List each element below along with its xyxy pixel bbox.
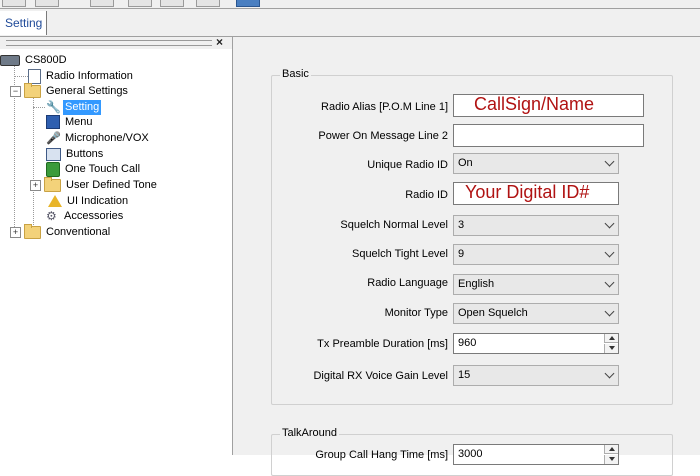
navigation-panel: × CS800D Radio Information − General Sett… <box>0 35 233 455</box>
squelch-normal-select[interactable]: 3 <box>453 215 619 236</box>
radio-language-select[interactable]: English <box>453 274 619 295</box>
chevron-down-icon <box>604 218 615 229</box>
chevron-down-icon <box>604 368 615 379</box>
group-call-hang-time-value: 3000 <box>458 448 483 460</box>
tree-item-setting[interactable]: 🔧 Setting <box>46 99 102 115</box>
wrench-icon: 🔧 <box>46 99 61 114</box>
menu-icon <box>46 115 60 130</box>
monitor-type-row: Monitor Type <box>273 302 448 324</box>
squelch-tight-select[interactable]: 9 <box>453 244 619 265</box>
power-on-message-row: Power On Message Line 2 <box>273 125 448 147</box>
tx-preamble-label: Tx Preamble Duration [ms] <box>317 338 448 350</box>
tree-item-cs800d[interactable]: CS800D <box>0 53 69 68</box>
unique-radio-id-select[interactable]: On <box>453 153 619 174</box>
talkaround-group-title: TalkAround <box>280 427 340 439</box>
squelch-normal-row: Squelch Normal Level <box>273 214 448 236</box>
phone-icon <box>46 162 60 177</box>
toolbar-button[interactable] <box>236 0 260 7</box>
tx-preamble-stepper[interactable]: 960 <box>453 333 619 354</box>
radio-language-label: Radio Language <box>367 277 448 289</box>
warning-icon <box>48 195 62 208</box>
folder-icon <box>44 176 61 192</box>
tree-item-one-touch-call[interactable]: One Touch Call <box>46 162 142 177</box>
digital-rx-gain-label: Digital RX Voice Gain Level <box>313 370 448 382</box>
buttons-icon <box>46 147 61 161</box>
tx-preamble-value: 960 <box>458 337 477 349</box>
tab-strip: Setting <box>0 9 700 37</box>
close-panel-icon[interactable]: × <box>216 35 223 49</box>
tx-preamble-row: Tx Preamble Duration [ms] <box>273 333 448 355</box>
settings-content: Basic Radio Alias [P.O.M Line 1] CallSig… <box>233 37 700 476</box>
radio-id-row: Radio ID <box>273 184 448 206</box>
decrement-arrow-icon[interactable] <box>604 344 618 353</box>
tree-item-menu[interactable]: Menu <box>46 115 95 130</box>
chevron-down-icon <box>604 247 615 258</box>
tree-item-conventional[interactable]: + Conventional <box>10 223 112 240</box>
tree-item-user-defined-tone[interactable]: + User Defined Tone <box>30 176 159 193</box>
digital-rx-gain-row: Digital RX Voice Gain Level <box>273 365 448 387</box>
panel-header: × <box>0 35 232 49</box>
accessories-icon: ⚙ <box>46 209 57 224</box>
squelch-tight-row: Squelch Tight Level <box>273 243 448 265</box>
tree-item-accessories[interactable]: ⚙ Accessories <box>46 209 125 224</box>
toolbar-button[interactable] <box>196 0 220 7</box>
radio-id-label: Radio ID <box>405 189 448 201</box>
digital-rx-gain-value: 15 <box>458 369 471 381</box>
chevron-down-icon <box>604 156 615 167</box>
radio-device-icon <box>0 54 20 66</box>
radio-language-value: English <box>458 278 495 290</box>
decrement-arrow-icon[interactable] <box>604 455 618 464</box>
folder-icon <box>24 223 41 239</box>
toolbar-button[interactable] <box>2 0 26 7</box>
power-on-message-input[interactable] <box>453 124 644 147</box>
monitor-type-label: Monitor Type <box>384 307 448 319</box>
toolbar-button[interactable] <box>160 0 184 7</box>
radio-alias-label: Radio Alias [P.O.M Line 1] <box>321 101 448 113</box>
expand-icon[interactable]: + <box>10 226 21 238</box>
chevron-down-icon <box>604 277 615 288</box>
expand-icon[interactable]: + <box>30 179 41 191</box>
power-on-message-label: Power On Message Line 2 <box>318 130 448 142</box>
toolbar-button[interactable] <box>35 0 59 7</box>
radio-language-row: Radio Language <box>273 272 448 294</box>
basic-group-title: Basic <box>280 68 311 80</box>
squelch-normal-value: 3 <box>458 219 465 231</box>
increment-arrow-icon[interactable] <box>604 445 618 454</box>
unique-radio-id-value: On <box>458 157 473 169</box>
group-call-hang-time-label: Group Call Hang Time [ms] <box>315 449 448 461</box>
tree-item-radio-information[interactable]: Radio Information <box>28 69 135 84</box>
collapse-icon[interactable]: − <box>10 85 21 97</box>
digital-rx-gain-select[interactable]: 15 <box>453 365 619 386</box>
monitor-type-select[interactable]: Open Squelch <box>453 303 619 324</box>
tree-connector <box>14 76 28 77</box>
tree-item-buttons[interactable]: Buttons <box>46 147 105 162</box>
toolbar-button[interactable] <box>90 0 114 7</box>
tree-connector <box>33 107 45 108</box>
increment-arrow-icon[interactable] <box>604 334 618 343</box>
radio-alias-row: Radio Alias [P.O.M Line 1] <box>273 96 448 118</box>
radio-alias-input[interactable]: CallSign/Name <box>453 94 644 117</box>
chevron-down-icon <box>604 306 615 317</box>
unique-radio-id-row: Unique Radio ID <box>273 154 448 176</box>
tree-item-microphone-vox[interactable]: 🎤 Microphone/VOX <box>46 131 151 146</box>
group-call-hang-time-row: Group Call Hang Time [ms] <box>273 444 448 466</box>
panel-grip[interactable] <box>6 40 212 46</box>
unique-radio-id-label: Unique Radio ID <box>367 159 448 171</box>
radio-id-input[interactable]: Your Digital ID# <box>453 182 619 205</box>
squelch-normal-label: Squelch Normal Level <box>340 219 448 231</box>
tree-connector <box>33 91 34 231</box>
squelch-tight-value: 9 <box>458 248 465 260</box>
tab-setting[interactable]: Setting <box>0 11 48 35</box>
folder-icon <box>24 82 41 98</box>
microphone-icon: 🎤 <box>46 130 61 145</box>
monitor-type-value: Open Squelch <box>458 307 528 319</box>
toolbar-button[interactable] <box>128 0 152 7</box>
tree-item-general-settings[interactable]: − General Settings <box>10 82 130 99</box>
squelch-tight-label: Squelch Tight Level <box>351 248 448 260</box>
toolbar <box>0 0 700 9</box>
tree-item-ui-indication[interactable]: UI Indication <box>48 194 130 209</box>
